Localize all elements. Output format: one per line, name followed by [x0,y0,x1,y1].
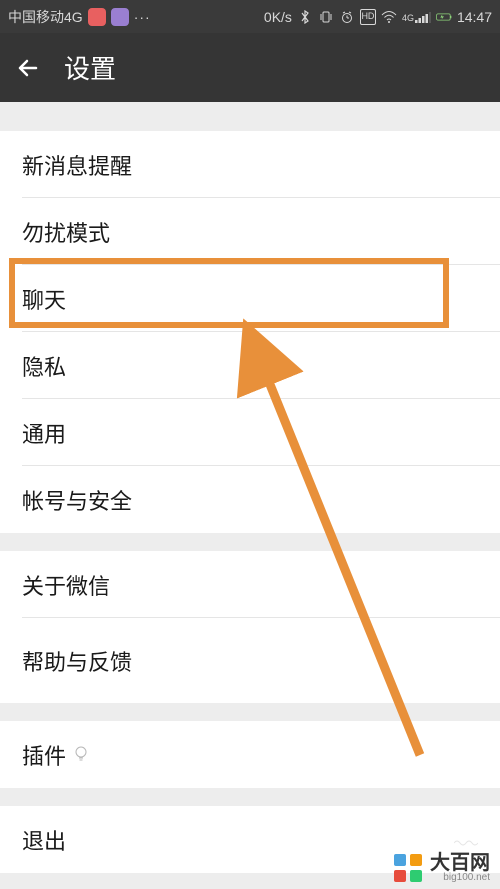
list-item-label: 帮助与反馈 [22,645,132,677]
status-time: 14:47 [457,9,492,25]
watermark-brand: 大百网 [430,853,490,873]
spacer [0,703,500,721]
list-item-label: 聊天 [22,283,66,315]
list-item-label: 通用 [22,417,66,449]
watermark-logo-icon [392,852,424,884]
hd-badge-icon: HD [360,9,376,25]
settings-item-privacy[interactable]: 隐私 [0,332,500,399]
list-item-label: 新消息提醒 [22,149,132,181]
list-item-label: 勿扰模式 [22,216,110,248]
bulb-icon [74,742,88,768]
app-badge-red-icon [88,8,106,26]
list-item-label: 退出 [22,824,66,856]
settings-group-2: 关于微信 帮助与反馈 [0,551,500,703]
settings-item-new-message[interactable]: 新消息提醒 [0,131,500,198]
more-notifications-icon: ··· [134,9,151,25]
settings-item-general[interactable]: 通用 [0,399,500,466]
alarm-icon [339,9,355,25]
squiggle-icon [454,827,478,853]
4g-signal-icon: 4G [402,11,431,23]
arrow-left-icon [16,56,40,80]
spacer [0,102,500,131]
settings-item-chat[interactable]: 聊天 [0,265,500,332]
app-badge-purple-icon [111,8,129,26]
wifi-icon [381,9,397,25]
status-left: 中国移动4G ··· [8,7,151,27]
spacer [0,788,500,806]
list-item-label: 帐号与安全 [22,484,132,516]
status-right: 0K/s HD 4G 14:47 [264,9,492,25]
spacer [0,533,500,551]
battery-icon [436,9,452,25]
settings-item-dnd[interactable]: 勿扰模式 [0,198,500,265]
app-header: 设置 [0,33,500,102]
list-item-label: 关于微信 [22,569,110,601]
status-bar: 中国移动4G ··· 0K/s HD 4G 14:47 [0,0,500,33]
vibrate-icon [318,9,334,25]
watermark-url: big100.net [430,873,490,883]
settings-item-plugins[interactable]: 插件 [0,721,500,788]
settings-item-help-feedback[interactable]: 帮助与反馈 [0,618,500,703]
watermark: 大百网 big100.net [392,852,490,884]
settings-item-about[interactable]: 关于微信 [0,551,500,618]
settings-group-1: 新消息提醒 勿扰模式 聊天 隐私 通用 帐号与安全 [0,131,500,533]
bluetooth-icon [297,9,313,25]
settings-group-3: 插件 [0,721,500,788]
back-button[interactable] [14,54,42,82]
carrier-text: 中国移动4G [8,7,83,27]
net-speed: 0K/s [264,9,292,25]
settings-item-account-security[interactable]: 帐号与安全 [0,466,500,533]
list-item-label: 插件 [22,739,66,771]
list-item-label: 隐私 [22,350,66,382]
page-title: 设置 [64,49,116,86]
